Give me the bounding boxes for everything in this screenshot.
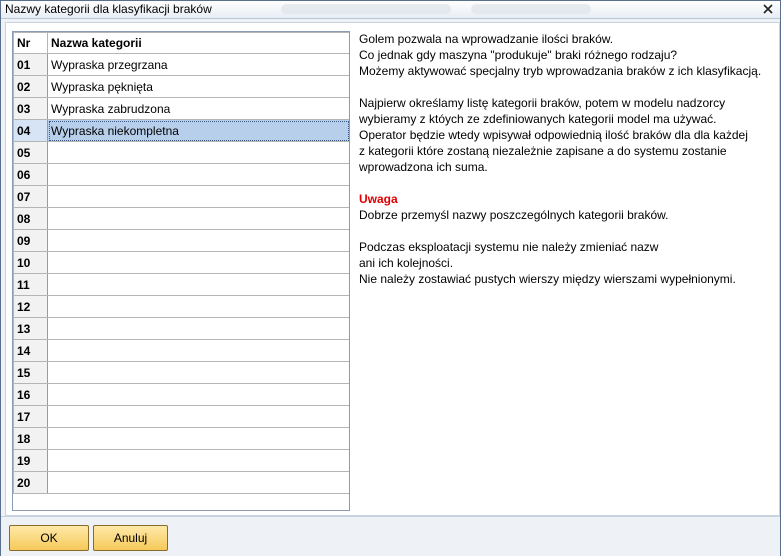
category-name-cell[interactable]	[47, 383, 349, 406]
info-text: Golem pozwala na wprowadzanie ilości bra…	[359, 31, 774, 303]
table-row[interactable]: 17	[13, 405, 349, 428]
category-name-cell[interactable]: Wypraska przegrzana	[47, 53, 349, 76]
table-row[interactable]: 13	[13, 317, 349, 340]
info-line: Najpierw określamy listę kategorii brakó…	[359, 96, 726, 110]
row-number-cell[interactable]: 20	[13, 471, 48, 494]
row-number-cell[interactable]: 06	[13, 163, 48, 186]
title-bar-decoration	[471, 4, 591, 14]
info-line: Operator będzie wtedy wpisywał odpowiedn…	[359, 128, 748, 142]
table-row[interactable]: 06	[13, 163, 349, 186]
category-name-cell[interactable]	[47, 449, 349, 472]
category-name-cell[interactable]	[47, 207, 349, 230]
category-name-cell[interactable]: Wypraska pęknięta	[47, 75, 349, 98]
table-row[interactable]: 02 Wypraska pęknięta	[13, 75, 349, 98]
table-row[interactable]: 16	[13, 383, 349, 406]
table-row[interactable]: 04 Wypraska niekompletna	[13, 119, 349, 142]
category-name-cell[interactable]: Wypraska niekompletna	[47, 119, 349, 142]
warning-title: Uwaga	[359, 192, 398, 206]
table-row[interactable]: 15	[13, 361, 349, 384]
window-title: Nazwy kategorii dla klasyfikacji braków	[5, 2, 212, 16]
category-name-cell[interactable]	[47, 251, 349, 274]
info-paragraph-3: Podczas eksploatacji systemu nie należy …	[359, 239, 774, 287]
info-line: Co jednak gdy maszyna "produkuje" braki …	[359, 48, 678, 62]
row-number-cell[interactable]: 18	[13, 427, 48, 450]
table-row[interactable]: 12	[13, 295, 349, 318]
table-row[interactable]: 18	[13, 427, 349, 450]
table-row[interactable]: 05	[13, 141, 349, 164]
category-name-cell[interactable]	[47, 229, 349, 252]
info-line: ani ich kolejności.	[359, 256, 454, 270]
table-row[interactable]: 09	[13, 229, 349, 252]
content-panel: Nr Nazwa kategorii 01 Wypraska przegrzana…	[5, 22, 780, 516]
row-number-cell[interactable]: 09	[13, 229, 48, 252]
table-row[interactable]: 07	[13, 185, 349, 208]
info-line: wprowadzona ich suma.	[359, 160, 488, 174]
category-name-cell[interactable]	[47, 427, 349, 450]
category-name-cell[interactable]	[47, 405, 349, 428]
row-number-cell[interactable]: 07	[13, 185, 48, 208]
column-header-nr[interactable]: Nr	[13, 32, 48, 54]
info-paragraph-2: Najpierw określamy listę kategorii brakó…	[359, 95, 774, 175]
table-row[interactable]: 01 Wypraska przegrzana	[13, 53, 349, 76]
row-number-cell[interactable]: 04	[13, 119, 48, 142]
cancel-button[interactable]: Anuluj	[93, 525, 168, 551]
ok-button[interactable]: OK	[9, 525, 89, 551]
row-number-cell[interactable]: 12	[13, 295, 48, 318]
table-row[interactable]: 19	[13, 449, 349, 472]
table-row[interactable]: 03 Wypraska zabrudzona	[13, 97, 349, 120]
category-name-cell[interactable]	[47, 185, 349, 208]
info-line: z kategorii które zostaną niezależnie za…	[359, 144, 727, 158]
category-name-cell[interactable]	[47, 339, 349, 362]
row-number-cell[interactable]: 14	[13, 339, 48, 362]
row-number-cell[interactable]: 19	[13, 449, 48, 472]
row-number-cell[interactable]: 16	[13, 383, 48, 406]
category-name-cell[interactable]	[47, 361, 349, 384]
dialog-window: Nazwy kategorii dla klasyfikacji braków …	[0, 0, 781, 556]
info-paragraph-1: Golem pozwala na wprowadzanie ilości bra…	[359, 31, 774, 79]
category-name-cell[interactable]	[47, 317, 349, 340]
row-number-cell[interactable]: 15	[13, 361, 48, 384]
row-number-cell[interactable]: 03	[13, 97, 48, 120]
row-number-cell[interactable]: 11	[13, 273, 48, 296]
close-icon[interactable]	[759, 2, 777, 16]
row-number-cell[interactable]: 10	[13, 251, 48, 274]
column-header-name[interactable]: Nazwa kategorii	[47, 32, 349, 54]
button-bar: OK Anuluj	[1, 516, 780, 556]
category-name-cell[interactable]	[47, 295, 349, 318]
info-line: Golem pozwala na wprowadzanie ilości bra…	[359, 32, 614, 46]
row-number-cell[interactable]: 02	[13, 75, 48, 98]
table-row[interactable]: 20	[13, 471, 349, 494]
info-line: Możemy aktywować specjalny tryb wprowadz…	[359, 64, 762, 78]
table-row[interactable]: 11	[13, 273, 349, 296]
row-number-cell[interactable]: 17	[13, 405, 48, 428]
category-name-cell[interactable]	[47, 471, 349, 494]
table-row[interactable]: 10	[13, 251, 349, 274]
warning-block: Uwaga Dobrze przemyśl nazwy poszczególny…	[359, 191, 774, 223]
category-name-cell[interactable]	[47, 141, 349, 164]
info-line: Nie należy zostawiać pustych wierszy mię…	[359, 272, 736, 286]
table-row[interactable]: 08	[13, 207, 349, 230]
table-row[interactable]: 14	[13, 339, 349, 362]
category-name-cell[interactable]	[47, 163, 349, 186]
info-line: wybieramy z któych ze zdefiniowanych kat…	[359, 112, 717, 126]
row-number-cell[interactable]: 05	[13, 141, 48, 164]
row-number-cell[interactable]: 01	[13, 53, 48, 76]
warning-text: Dobrze przemyśl nazwy poszczególnych kat…	[359, 208, 669, 222]
category-name-cell[interactable]	[47, 273, 349, 296]
info-line: Podczas eksploatacji systemu nie należy …	[359, 240, 659, 254]
row-number-cell[interactable]: 08	[13, 207, 48, 230]
row-number-cell[interactable]: 13	[13, 317, 48, 340]
category-grid[interactable]: Nr Nazwa kategorii 01 Wypraska przegrzana…	[12, 31, 350, 511]
title-bar-decoration	[281, 4, 451, 14]
grid-header-row: Nr Nazwa kategorii	[13, 32, 349, 54]
title-bar[interactable]: Nazwy kategorii dla klasyfikacji braków	[1, 1, 780, 19]
category-name-cell[interactable]: Wypraska zabrudzona	[47, 97, 349, 120]
